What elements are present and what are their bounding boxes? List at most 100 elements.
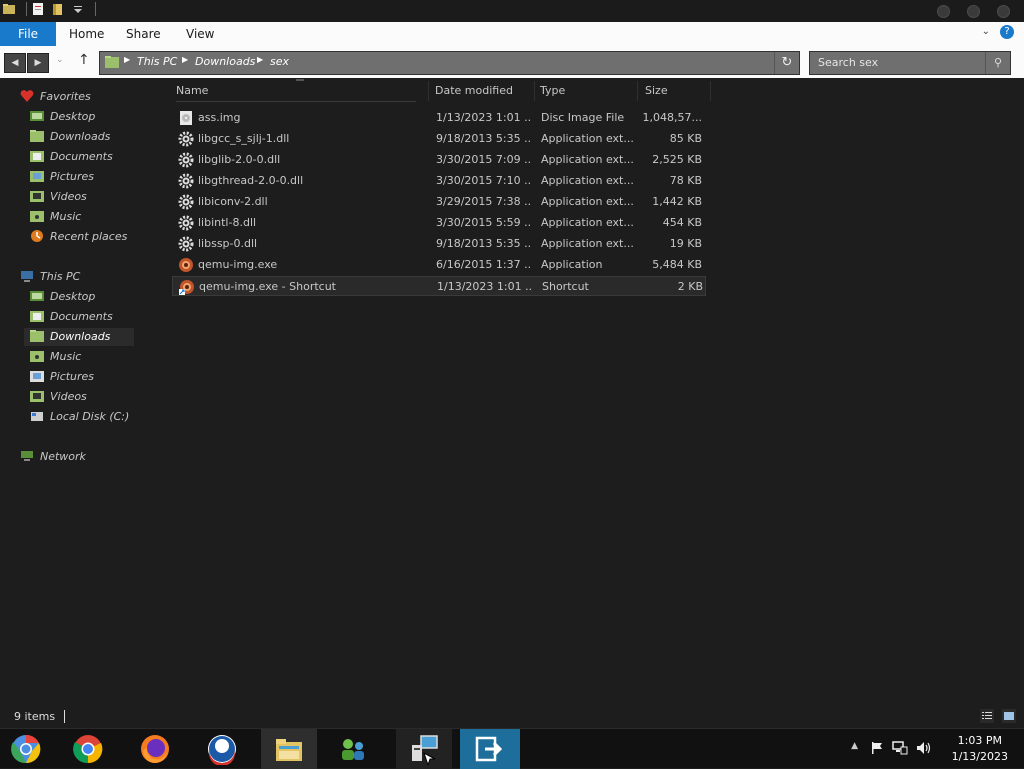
file-type: Application ext...	[541, 174, 634, 187]
taskbar-setup-installer[interactable]	[396, 729, 452, 769]
file-date: 3/30/2015 7:10 ...	[436, 174, 532, 187]
nav-network[interactable]: Network	[20, 448, 86, 466]
nav-pc-documents[interactable]: Documents	[30, 308, 113, 326]
folder-icon[interactable]	[2, 2, 16, 16]
header-size[interactable]: Size	[641, 81, 711, 101]
header-name[interactable]: Name	[172, 81, 429, 101]
network-people-icon	[342, 739, 364, 760]
breadcrumb-sex[interactable]: sex	[270, 55, 289, 68]
nav-this-pc-label: This PC	[40, 270, 81, 283]
help-icon[interactable]: ?	[1000, 25, 1014, 39]
new-folder-icon[interactable]	[51, 2, 65, 16]
taskbar-chrome[interactable]	[60, 729, 116, 769]
file-row[interactable]: ass.img 1/13/2023 1:01 ... Disc Image Fi…	[172, 108, 706, 128]
file-row[interactable]: libintl-8.dll 3/30/2015 5:59 ... Applica…	[172, 213, 706, 233]
navigation-bar: ◀ ▶ ⌄ ↑ ▶ This PC ▶ Downloads ▶ sex ↻ Se…	[0, 46, 1024, 78]
dll-gear-icon	[178, 215, 194, 231]
file-row[interactable]: qemu-img.exe 6/16/2015 1:37 ... Applicat…	[172, 255, 706, 275]
close-button[interactable]	[997, 5, 1010, 18]
nav-fav-music[interactable]: Music	[30, 208, 81, 226]
file-row[interactable]: libgcc_s_sjlj-1.dll 9/18/2013 5:35 ... A…	[172, 129, 706, 149]
search-icon[interactable]: ⚲	[985, 52, 1010, 74]
breadcrumb-arrow-icon[interactable]: ▶	[257, 55, 263, 64]
show-hidden-icons-chevron-icon[interactable]: ▲	[851, 741, 858, 751]
properties-icon[interactable]	[31, 2, 45, 16]
file-type: Application	[541, 258, 603, 271]
search-input[interactable]: Search sex	[818, 56, 878, 69]
header-date-modified[interactable]: Date modified	[431, 81, 535, 101]
maximize-button[interactable]	[967, 5, 980, 18]
file-type: Application ext...	[541, 237, 634, 250]
tab-file[interactable]: File	[0, 22, 56, 46]
file-row[interactable]: qemu-img.exe - Shortcut 1/13/2023 1:01 .…	[172, 276, 706, 296]
file-row[interactable]: libglib-2.0-0.dll 3/30/2015 7:09 ... App…	[172, 150, 706, 170]
recent-locations-chevron-icon[interactable]: ⌄	[56, 55, 64, 65]
forward-button[interactable]: ▶	[27, 53, 49, 73]
address-bar[interactable]: ▶ This PC ▶ Downloads ▶ sex ↻	[99, 51, 800, 75]
dll-gear-icon	[178, 152, 194, 168]
file-size: 2 KB	[677, 280, 703, 293]
nav-network-label: Network	[40, 450, 86, 463]
nav-fav-downloads[interactable]: Downloads	[30, 128, 110, 146]
desktop-icon	[30, 111, 44, 121]
up-arrow-icon[interactable]: ↑	[78, 52, 90, 68]
heart-icon	[20, 90, 34, 102]
breadcrumb-this-pc[interactable]: This PC	[137, 55, 177, 68]
nav-fav-recent-places-label: Recent places	[50, 230, 128, 243]
details-view-icon[interactable]	[980, 709, 994, 723]
qat-dropdown-icon[interactable]	[71, 2, 85, 16]
pictures-folder-icon	[30, 171, 44, 182]
network-status-icon[interactable]	[892, 741, 908, 755]
status-bar: 9 items	[0, 706, 1024, 728]
nav-pc-music-label: Music	[50, 350, 82, 363]
taskbar-obama-logo[interactable]	[194, 729, 250, 769]
tab-home[interactable]: Home	[69, 22, 104, 46]
nav-favorites[interactable]: Favorites	[20, 88, 91, 106]
nav-fav-pictures[interactable]: Pictures	[30, 168, 94, 186]
file-date: 3/30/2015 5:59 ...	[436, 216, 532, 229]
nav-pc-local-disk-label: Local Disk (C:)	[50, 410, 130, 423]
nav-pc-local-disk[interactable]: Local Disk (C:)	[30, 408, 129, 426]
dll-gear-icon	[178, 173, 194, 189]
ribbon-expand-chevron-icon[interactable]: ⌄	[982, 26, 990, 37]
nav-this-pc[interactable]: This PC	[20, 268, 80, 286]
minimize-button[interactable]	[937, 5, 950, 18]
nav-pc-downloads[interactable]: Downloads	[24, 328, 134, 346]
taskbar-remote-app[interactable]	[460, 729, 520, 769]
qemu-app-icon	[179, 258, 193, 272]
search-box[interactable]: Search sex ⚲	[809, 51, 1011, 75]
taskbar-network-people[interactable]	[325, 729, 381, 769]
system-clock[interactable]: 1:03 PM 1/13/2023	[952, 733, 1008, 765]
breadcrumb-downloads[interactable]: Downloads	[195, 55, 255, 68]
file-row[interactable]: libgthread-2.0-0.dll 3/30/2015 7:10 ... …	[172, 171, 706, 191]
header-type[interactable]: Type	[536, 81, 638, 101]
file-row[interactable]: libiconv-2.dll 3/29/2015 7:38 ... Applic…	[172, 192, 706, 212]
videos-folder-icon	[30, 391, 44, 402]
nav-pc-desktop[interactable]: Desktop	[30, 288, 95, 306]
nav-fav-recent-places[interactable]: Recent places	[30, 228, 127, 246]
nav-pc-videos[interactable]: Videos	[30, 388, 87, 406]
taskbar-chromium[interactable]	[0, 729, 56, 769]
volume-icon[interactable]	[916, 741, 932, 755]
back-button[interactable]: ◀	[4, 53, 26, 73]
refresh-button[interactable]: ↻	[774, 52, 799, 74]
nav-fav-desktop[interactable]: Desktop	[30, 108, 95, 126]
nav-fav-documents[interactable]: Documents	[30, 148, 113, 166]
drive-icon	[31, 412, 43, 421]
tab-view[interactable]: View	[186, 22, 214, 46]
taskbar-file-explorer[interactable]	[261, 729, 317, 769]
nav-pc-pictures[interactable]: Pictures	[30, 368, 94, 386]
file-type: Application ext...	[541, 216, 634, 229]
taskbar-firefox[interactable]	[127, 729, 183, 769]
action-center-flag-icon[interactable]	[870, 741, 884, 755]
file-name: qemu-img.exe - Shortcut	[199, 280, 336, 293]
tab-share[interactable]: Share	[126, 22, 161, 46]
file-row[interactable]: libssp-0.dll 9/18/2013 5:35 ... Applicat…	[172, 234, 706, 254]
file-date: 9/18/2013 5:35 ...	[436, 132, 532, 145]
nav-fav-videos[interactable]: Videos	[30, 188, 87, 206]
folder-icon	[105, 56, 119, 68]
nav-pc-music[interactable]: Music	[30, 348, 81, 366]
large-icons-view-icon[interactable]	[1002, 709, 1016, 723]
breadcrumb-arrow-icon[interactable]: ▶	[182, 55, 188, 64]
qemu-shortcut-icon	[179, 280, 194, 295]
